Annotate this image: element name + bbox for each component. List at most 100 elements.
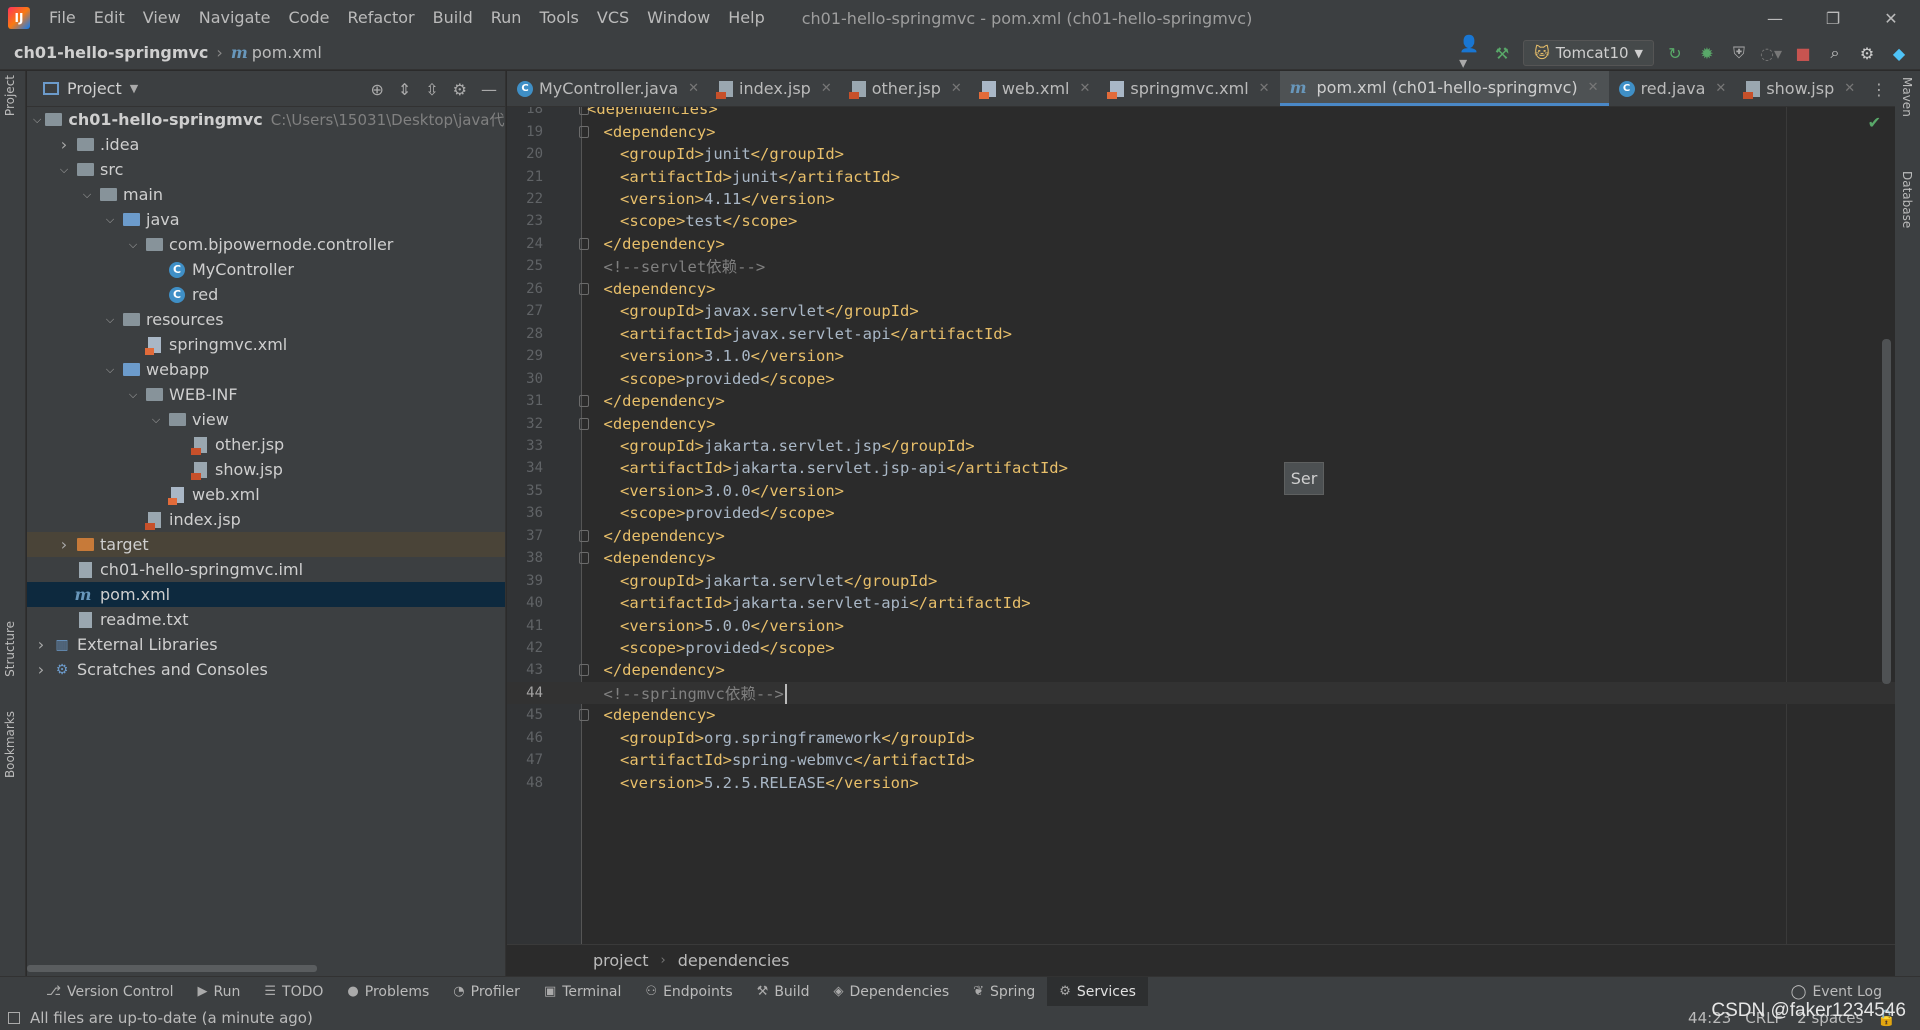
chevron-right-icon[interactable]: › [56,135,72,154]
code-line[interactable]: 30 <scope>provided</scope> [507,367,1895,389]
line-number[interactable]: 43 [507,662,543,678]
chevron-right-icon[interactable]: › [33,635,49,654]
line-number[interactable]: 38 [507,550,543,566]
close-icon[interactable]: ✕ [821,81,832,96]
line-number[interactable]: 47 [507,752,543,768]
tree-item[interactable]: ⌵ view [27,407,505,432]
toolwindow-dependencies[interactable]: ◈ Dependencies [821,977,961,1007]
line-number[interactable]: 18 [507,107,543,117]
minimize-button[interactable]: — [1746,0,1804,36]
line-number[interactable]: 39 [507,573,543,589]
more-tabs-icon[interactable]: ⋮ [1871,71,1887,107]
locate-icon[interactable]: ⊕ [370,80,383,99]
code-line[interactable]: 32 <dependency> [507,412,1895,434]
editor-tab[interactable]: show.jsp ✕ [1736,71,1865,106]
fold-marker-icon[interactable] [579,664,589,677]
fold-marker-icon[interactable] [579,282,589,295]
menu-navigate[interactable]: Navigate [190,0,280,36]
editor-breadcrumb-item[interactable]: project [593,951,649,970]
code-line[interactable]: 25 <!--servlet依赖--> [507,255,1895,277]
code-line[interactable]: 19 <dependency> [507,120,1895,142]
toolwindow-services[interactable]: ⚙ Services [1047,976,1148,1007]
chevron-down-icon[interactable]: ⌵ [125,388,141,402]
gear-icon[interactable]: ⚙ [1856,42,1878,64]
horizontal-scrollbar[interactable] [27,965,317,972]
line-number[interactable]: 37 [507,528,543,544]
editor-tab[interactable]: index.jsp ✕ [709,71,842,106]
toolwindow-todo[interactable]: ☰ TODO [252,977,335,1007]
close-icon[interactable]: ✕ [1259,81,1270,96]
chevron-right-icon[interactable]: › [33,660,49,679]
line-number[interactable]: 29 [507,348,543,364]
chevron-down-icon[interactable]: ⌵ [102,363,118,377]
editor-tab[interactable]: springmvc.xml ✕ [1100,71,1279,106]
close-icon[interactable]: ✕ [1844,81,1855,96]
editor-tab[interactable]: Cred.java ✕ [1609,71,1737,106]
code-line[interactable]: 38 <dependency> [507,547,1895,569]
line-number[interactable]: 27 [507,303,543,319]
line-number[interactable]: 25 [507,258,543,274]
code-line[interactable]: 21 <artifactId>junit</artifactId> [507,165,1895,187]
editor-tab[interactable]: m pom.xml (ch01-hello-springmvc) ✕ [1279,71,1609,106]
collapse-all-icon[interactable]: ⇳ [425,80,438,99]
tree-item[interactable]: readme.txt [27,607,505,632]
code-line[interactable]: 18 <dependencies> [507,107,1895,120]
tab-maven-side[interactable]: Maven [1900,77,1914,117]
tree-item[interactable]: ⌵ WEB-INF [27,382,505,407]
editor-breadcrumb-item[interactable]: dependencies [678,951,790,970]
tree-item[interactable]: ⌵ main [27,182,505,207]
close-icon[interactable]: ✕ [951,81,962,96]
toolwindow-run[interactable]: ▶ Run [186,977,253,1007]
code-line[interactable]: 42 <scope>provided</scope> [507,637,1895,659]
close-icon[interactable]: ✕ [1715,81,1726,96]
menu-vcs[interactable]: VCS [588,0,638,36]
line-number[interactable]: 31 [507,393,543,409]
menu-build[interactable]: Build [424,0,482,36]
line-number[interactable]: 35 [507,483,543,499]
fold-marker-icon[interactable] [579,395,589,408]
tree-item[interactable]: springmvc.xml [27,332,505,357]
hide-icon[interactable]: — [481,80,497,99]
close-icon[interactable]: ✕ [1080,81,1091,96]
close-button[interactable]: ✕ [1862,0,1920,36]
fold-marker-icon[interactable] [579,237,589,250]
code-line[interactable]: 27 <groupId>javax.servlet</groupId> [507,300,1895,322]
code-line[interactable]: 31 </dependency> [507,390,1895,412]
code-line[interactable]: 33 <groupId>jakarta.servlet.jsp</groupId> [507,435,1895,457]
tab-structure-side[interactable]: Structure [3,621,17,677]
fold-marker-icon[interactable] [579,417,589,430]
tree-item[interactable]: other.jsp [27,432,505,457]
tree-item[interactable]: ⌵ java [27,207,505,232]
line-number[interactable]: 19 [507,124,543,140]
editor-tab[interactable]: web.xml ✕ [972,71,1101,106]
menu-code[interactable]: Code [280,0,339,36]
line-number[interactable]: 30 [507,371,543,387]
tree-item[interactable]: ⌵ ch01-hello-springmvc C:\Users\15031\Desk… [27,107,505,132]
jetbrains-toolbox-icon[interactable]: ◆ [1888,42,1910,64]
chevron-down-icon[interactable]: ⌵ [56,163,72,177]
stop-icon[interactable]: ■ [1792,42,1814,64]
chevron-down-icon[interactable]: ⌵ [79,188,95,202]
tree-item[interactable]: › target [27,532,505,557]
tree-item[interactable]: ⌵ com.bjpowernode.controller [27,232,505,257]
code-line[interactable]: 29 <version>3.1.0</version> [507,345,1895,367]
tree-item[interactable]: index.jsp [27,507,505,532]
toolwindow-problems[interactable]: ● Problems [335,977,441,1007]
breadcrumb-project[interactable]: ch01-hello-springmvc [14,43,208,62]
user-icon[interactable]: 👤▾ [1459,34,1481,72]
line-number[interactable]: 21 [507,169,543,185]
line-number[interactable]: 24 [507,236,543,252]
tab-bookmarks-side[interactable]: Bookmarks [3,711,17,778]
line-number[interactable]: 22 [507,191,543,207]
chevron-down-icon[interactable]: ⌵ [102,313,118,327]
menu-run[interactable]: Run [482,0,531,36]
search-icon[interactable]: ⌕ [1824,42,1846,64]
chevron-down-icon[interactable]: ⌵ [33,113,41,127]
code-line[interactable]: 22 <version>4.11</version> [507,188,1895,210]
chevron-right-icon[interactable]: › [56,535,72,554]
code-line[interactable]: 34 <artifactId>jakarta.servlet.jsp-api</a… [507,457,1895,479]
code-line[interactable]: 45 <dependency> [507,704,1895,726]
line-number[interactable]: 32 [507,416,543,432]
code-line[interactable]: 20 <groupId>junit</groupId> [507,143,1895,165]
build-hammer-icon[interactable]: ⚒ [1491,42,1513,64]
